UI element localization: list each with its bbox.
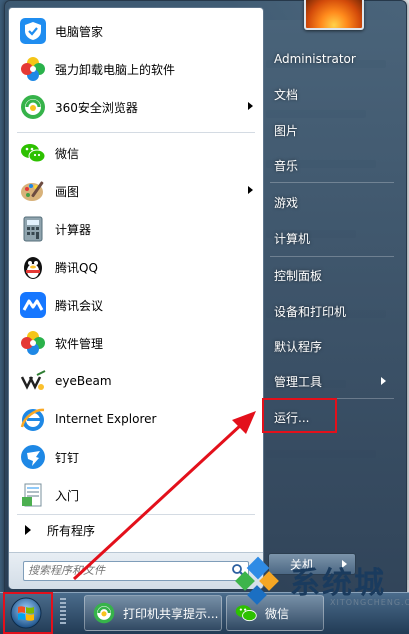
calculator-icon <box>17 213 49 245</box>
right-item-games[interactable]: 游戏 <box>266 188 398 216</box>
program-label: 360安全浏览器 <box>55 100 138 115</box>
right-item-label: 图片 <box>274 123 299 138</box>
user-avatar[interactable] <box>304 0 364 30</box>
ie-icon <box>17 403 49 435</box>
program-item-paint[interactable]: 画图 <box>13 174 259 208</box>
program-item-getting-started[interactable]: 入门 <box>13 478 259 512</box>
separator <box>270 256 394 257</box>
right-item-control-panel[interactable]: 控制面板 <box>266 261 398 289</box>
colorful-clover-icon <box>17 327 49 359</box>
submenu-arrow-icon <box>381 377 394 385</box>
submenu-arrow-icon <box>248 186 253 194</box>
program-label: 微信 <box>55 146 80 161</box>
watermark-text: 系统城 <box>290 566 386 601</box>
360-browser-icon <box>17 91 49 123</box>
expand-arrow-icon <box>25 525 31 535</box>
right-item-label: 音乐 <box>274 158 299 173</box>
right-item-documents[interactable]: 文档 <box>266 80 398 108</box>
taskbar-grip[interactable] <box>60 598 66 626</box>
program-label: 腾讯QQ <box>55 260 98 275</box>
program-item-eyebeam[interactable]: eyeBeam <box>13 364 259 398</box>
watermark: 系统城 XITONGCHENG.COM <box>232 556 409 626</box>
right-item-label: 管理工具 <box>274 374 323 389</box>
right-item-label: 控制面板 <box>274 268 323 283</box>
penguin-icon <box>17 251 49 283</box>
program-label: 腾讯会议 <box>55 298 104 313</box>
separator <box>270 182 394 183</box>
programs-pane: 电脑管家 强力卸载电脑上的软件 360安全浏览器 微信 画图 计算器 腾讯QQ … <box>8 7 264 589</box>
program-item-360-browser[interactable]: 360安全浏览器 <box>13 90 259 124</box>
meeting-icon <box>17 289 49 321</box>
watermark-logo-icon <box>235 556 279 605</box>
right-item-devices-printers[interactable]: 设备和打印机 <box>266 297 398 325</box>
right-item-label: 默认程序 <box>274 339 323 354</box>
right-item-label: 设备和打印机 <box>274 304 347 319</box>
paint-palette-icon <box>17 175 49 207</box>
taskbar-button-label: 打印机共享提示... <box>123 606 219 621</box>
start-highlight-box <box>3 592 53 634</box>
separator <box>17 514 255 515</box>
program-label: 软件管理 <box>55 336 104 351</box>
program-label: 钉钉 <box>55 450 80 465</box>
right-item-default-programs[interactable]: 默认程序 <box>266 332 398 360</box>
program-item-qq[interactable]: 腾讯QQ <box>13 250 259 284</box>
getting-started-icon <box>17 479 49 511</box>
taskbar-button-printer-share[interactable]: 打印机共享提示... <box>84 595 222 631</box>
program-item-calculator[interactable]: 计算器 <box>13 212 259 246</box>
all-programs-button[interactable]: 所有程序 <box>15 517 255 543</box>
program-item-tencent-meeting[interactable]: 腾讯会议 <box>13 288 259 322</box>
search-area <box>9 552 263 589</box>
colorful-clover-icon <box>17 53 49 85</box>
separator <box>17 132 255 133</box>
right-item-pictures[interactable]: 图片 <box>266 116 398 144</box>
program-item-pc-manager[interactable]: 电脑管家 <box>13 14 259 48</box>
program-item-dingtalk[interactable]: 钉钉 <box>13 440 259 474</box>
program-label: 入门 <box>55 488 80 503</box>
submenu-arrow-icon <box>248 102 253 110</box>
program-label: 强力卸载电脑上的软件 <box>55 62 176 77</box>
right-item-label: 计算机 <box>274 231 311 246</box>
right-item-label: Administrator <box>274 52 356 66</box>
program-label: eyeBeam <box>55 374 112 388</box>
program-label: 电脑管家 <box>55 24 104 39</box>
wechat-icon <box>17 137 49 169</box>
right-item-admin-tools[interactable]: 管理工具 <box>266 367 398 395</box>
dingtalk-icon <box>17 441 49 473</box>
run-highlight-box <box>262 398 337 433</box>
360-browser-icon <box>91 600 117 626</box>
program-item-wechat[interactable]: 微信 <box>13 136 259 170</box>
program-label: 计算器 <box>55 222 92 237</box>
shield-check-icon <box>17 15 49 47</box>
right-item-computer[interactable]: 计算机 <box>266 224 398 252</box>
program-item-ie[interactable]: Internet Explorer <box>13 402 259 436</box>
right-item-label: 文档 <box>274 87 299 102</box>
search-input[interactable] <box>28 563 218 578</box>
right-item-label: 游戏 <box>274 195 299 210</box>
watermark-subtext: XITONGCHENG.COM <box>330 598 409 607</box>
program-label: 画图 <box>55 184 80 199</box>
program-item-uninstaller[interactable]: 强力卸载电脑上的软件 <box>13 52 259 86</box>
right-item-user-folder[interactable]: Administrator <box>266 45 398 73</box>
program-item-software-manager[interactable]: 软件管理 <box>13 326 259 360</box>
program-label: Internet Explorer <box>55 412 157 426</box>
right-item-music[interactable]: 音乐 <box>266 151 398 179</box>
search-box[interactable] <box>23 561 249 581</box>
all-programs-label: 所有程序 <box>47 523 96 538</box>
eyebeam-icon <box>17 365 49 397</box>
